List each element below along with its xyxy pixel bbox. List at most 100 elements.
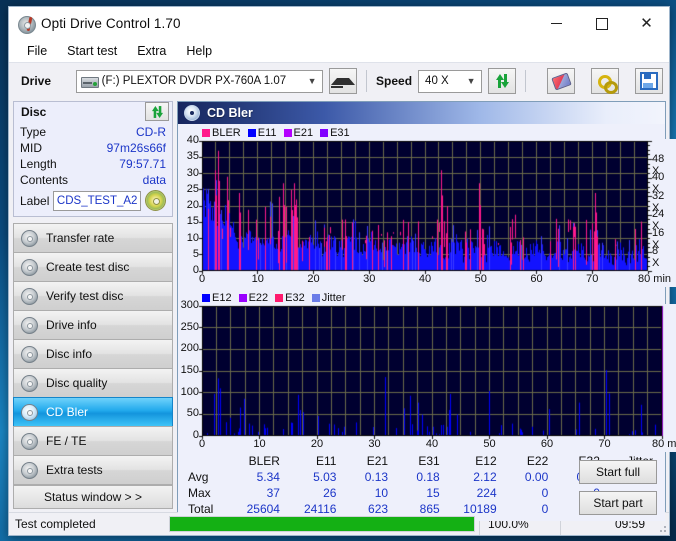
menu-extra[interactable]: Extra xyxy=(127,42,176,60)
legend-swatch xyxy=(247,128,256,137)
drive-select[interactable]: (F:) PLEXTOR DVDR PX-760A 1.07 ▼ xyxy=(75,69,324,93)
left-panel: Disc Type CD-R MID 97m26s66f Length 79:5… xyxy=(9,99,176,512)
cell: 26 xyxy=(323,486,337,500)
cell: 5.03 xyxy=(313,470,337,484)
cell: 37 xyxy=(266,486,280,500)
sidebar-item-drive-info[interactable]: Drive info xyxy=(13,310,173,339)
eject-icon xyxy=(331,77,356,88)
cell: 0.00 xyxy=(524,470,549,484)
eject-button[interactable] xyxy=(329,68,358,94)
status-window-button[interactable]: Status window > > xyxy=(13,485,173,509)
start-part-button[interactable]: Start part xyxy=(579,491,657,515)
cell: 0.13 xyxy=(364,470,389,484)
legend-label: E22 xyxy=(248,291,269,304)
chart-bler-plot: 0 5 10 15 20 25 30 35 40 0 10 20 30 40 50 60 70 80 min 8 X… xyxy=(178,134,676,287)
sidebar-item-cd-bler[interactable]: CD Bler xyxy=(13,397,173,426)
speed-label: Speed xyxy=(376,74,413,88)
x-tick-label: 80 min xyxy=(652,438,676,450)
legend-item: E22 xyxy=(238,291,269,304)
x-tick-label: 40 xyxy=(418,273,432,285)
cell: 10 xyxy=(374,486,389,500)
col-e22: E22 xyxy=(526,454,549,468)
disc-key: Type xyxy=(20,125,47,139)
col-e31: E31 xyxy=(418,454,440,468)
legend-label: Jitter xyxy=(321,291,346,304)
toolbar-divider xyxy=(525,70,526,92)
start-full-button[interactable]: Start full xyxy=(579,460,657,484)
x-tick-label: 50 xyxy=(474,273,487,285)
legend-item: E21 xyxy=(283,127,313,139)
x-tick-label: 20 xyxy=(310,438,324,450)
disc-group-header: Disc xyxy=(13,101,173,121)
y-tick-label: 5 xyxy=(192,247,199,260)
legend-item: E31 xyxy=(320,127,350,139)
chart-bler: BLER E11 E21 E31 0 5 10 15 20 25 30 35 40 0 10 20 30… xyxy=(178,126,676,287)
sidebar-item-transfer-rate[interactable]: Transfer rate xyxy=(13,223,173,252)
row-label-total: Total xyxy=(188,502,214,516)
y-tick-label: 15 xyxy=(186,215,199,228)
menu-file[interactable]: File xyxy=(17,42,57,60)
panel-header: CD Bler xyxy=(178,102,665,124)
save-button[interactable] xyxy=(635,68,663,94)
legend-swatch xyxy=(320,128,329,137)
title-bar: Opti Drive Control 1.70 ✕ xyxy=(9,7,669,40)
sidebar-item-label: Drive info xyxy=(46,318,97,332)
cell: 0 xyxy=(541,502,549,516)
sidebar-item-label: FE / TE xyxy=(46,434,87,448)
refresh-speed-button[interactable] xyxy=(488,68,517,94)
window-title: Opti Drive Control 1.70 xyxy=(41,16,181,31)
sidebar-item-verify-test-disc[interactable]: Verify test disc xyxy=(13,281,173,310)
cell: 25604 xyxy=(246,502,280,516)
cell: 5.34 xyxy=(256,470,280,484)
col-bler: BLER xyxy=(248,454,280,468)
sidebar-item-extra-tests[interactable]: Extra tests xyxy=(13,455,173,485)
disc-label-input[interactable]: CDS_TEST_A2 xyxy=(53,190,141,211)
sidebar-item-create-test-disc[interactable]: Create test disc xyxy=(13,252,173,281)
cell: 10189 xyxy=(463,502,497,516)
disc-group-title: Disc xyxy=(21,104,47,119)
close-button[interactable]: ✕ xyxy=(624,7,669,40)
minimize-button[interactable] xyxy=(534,7,579,40)
app-disc-icon xyxy=(17,15,36,34)
sidebar-item-disc-info[interactable]: Disc info xyxy=(13,339,173,368)
speed-select-value: 40 X xyxy=(425,75,449,87)
sidebar-item-label: Disc info xyxy=(46,347,93,361)
y-tick-label: 150 xyxy=(180,364,199,376)
speed-select[interactable]: 40 X ▼ xyxy=(418,69,483,93)
disc-refresh-button[interactable] xyxy=(145,102,169,121)
menu-start-test[interactable]: Start test xyxy=(57,42,127,60)
x-tick-label: 10 xyxy=(253,438,266,450)
x-tick-label: 30 xyxy=(368,438,381,450)
refresh-icon xyxy=(495,74,510,88)
col-e21: E21 xyxy=(366,454,389,468)
sidebar-item-fe-te[interactable]: FE / TE xyxy=(13,426,173,455)
x-tick-label: 20 xyxy=(307,273,320,285)
sidebar-item-label: Disc quality xyxy=(46,376,108,390)
x-tick-label: 70 xyxy=(598,438,611,450)
drive-icon xyxy=(80,74,99,88)
y-tick-label: 200 xyxy=(180,342,199,355)
cd-disc-icon[interactable] xyxy=(145,190,166,211)
maximize-button[interactable] xyxy=(579,7,624,40)
y-tick-label: 100 xyxy=(180,385,199,398)
chart-e12-canvas xyxy=(178,304,676,452)
panel-title: CD Bler xyxy=(207,106,253,120)
cell: 2.12 xyxy=(473,470,497,484)
sidebar-item-disc-quality[interactable]: Disc quality xyxy=(13,368,173,397)
right-axis-tick-label: 48 X xyxy=(652,152,665,177)
settings-button[interactable] xyxy=(591,68,619,94)
menu-help[interactable]: Help xyxy=(176,42,222,60)
floppy-save-icon xyxy=(640,72,658,90)
menu-bar: File Start test Extra Help xyxy=(9,40,669,62)
main-content: Disc Type CD-R MID 97m26s66f Length 79:5… xyxy=(9,99,676,521)
cell: 24116 xyxy=(303,502,337,516)
disc-key: Contents xyxy=(20,173,69,187)
resize-grip[interactable] xyxy=(655,513,669,535)
x-tick-label: 60 xyxy=(540,438,554,450)
y-tick-label: 25 xyxy=(186,182,199,195)
erase-button[interactable] xyxy=(547,68,575,94)
disc-row-type: Type CD-R xyxy=(20,124,166,140)
drive-select-value: (F:) PLEXTOR DVDR PX-760A 1.07 xyxy=(101,75,287,87)
legend-item: E32 xyxy=(275,292,305,304)
disc-key: Length xyxy=(20,157,57,171)
